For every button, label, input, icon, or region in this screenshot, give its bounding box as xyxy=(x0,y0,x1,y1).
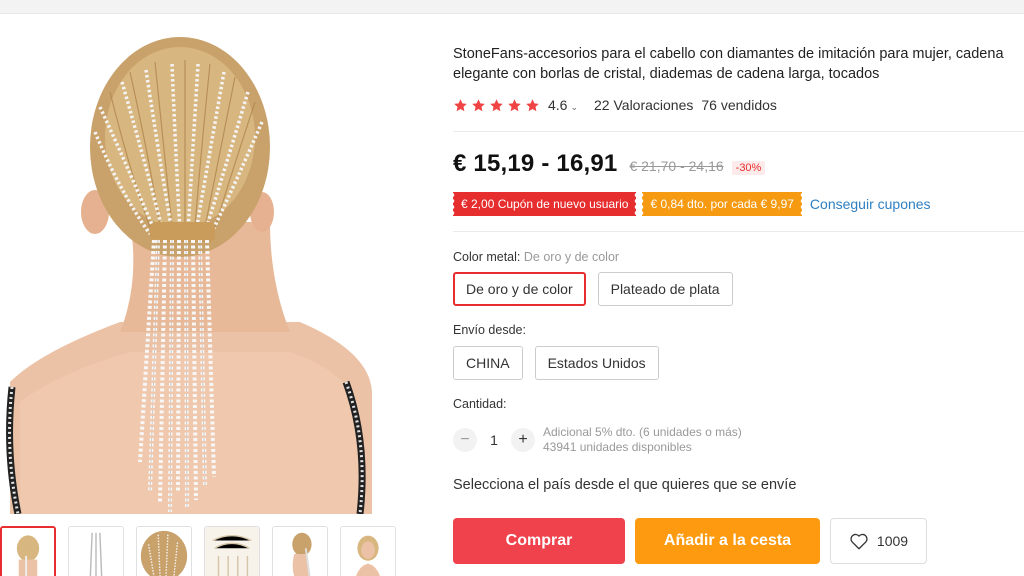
action-buttons: Comprar Añadir a la cesta 1009 xyxy=(453,518,927,564)
product-main-image[interactable] xyxy=(0,22,420,514)
original-price: € 21,70 - 24,16 xyxy=(629,158,724,174)
quantity-value[interactable]: 1 xyxy=(477,432,511,448)
rating-number: 4.6 xyxy=(548,97,568,113)
heart-icon xyxy=(850,533,868,550)
available-units: 43941 unidades disponibles xyxy=(543,440,692,454)
price-row: € 15,19 - 16,91 € 21,70 - 24,16 -30% xyxy=(453,150,766,180)
thumbnail-strip xyxy=(0,526,396,576)
quantity-stepper: − 1 + Adicional 5% dto. (6 unidades o má… xyxy=(453,425,742,455)
color-label: Color metal: De oro y de color xyxy=(453,250,619,264)
wishlist-button[interactable]: 1009 xyxy=(830,518,927,564)
color-option-silver[interactable]: Plateado de plata xyxy=(597,272,733,306)
reviews-link[interactable]: 22 Valoraciones xyxy=(594,97,693,113)
new-user-coupon[interactable]: € 2,00 Cupón de nuevo usuario xyxy=(451,192,637,216)
product-photo xyxy=(0,22,420,514)
quantity-info: Adicional 5% dto. (6 unidades o más) 439… xyxy=(543,425,742,455)
thumbnail-2[interactable] xyxy=(68,526,124,576)
sold-count: 76 vendidos xyxy=(701,97,777,113)
color-selected-value: De oro y de color xyxy=(523,250,620,264)
star-icon xyxy=(472,98,485,111)
buy-now-button[interactable]: Comprar xyxy=(453,518,625,564)
shipping-options: CHINA Estados Unidos xyxy=(453,346,659,380)
thumbnail-3[interactable] xyxy=(136,526,192,576)
current-price: € 15,19 - 16,91 xyxy=(453,150,618,177)
thumbnail-4[interactable] xyxy=(204,526,260,576)
chevron-down-icon: ⌄ xyxy=(570,102,579,112)
extra-discount-text: Adicional 5% dto. (6 unidades o más) xyxy=(543,425,742,439)
get-coupons-link[interactable]: Conseguir cupones xyxy=(810,196,931,212)
color-option-gold[interactable]: De oro y de color xyxy=(453,272,586,306)
thumbnail-6[interactable] xyxy=(340,526,396,576)
star-icon xyxy=(454,98,467,111)
thumbnail-1[interactable] xyxy=(0,526,56,576)
quantity-increase-button[interactable]: + xyxy=(511,428,535,452)
wishlist-count: 1009 xyxy=(876,533,909,549)
store-coupon[interactable]: € 0,84 dto. por cada € 9,97 xyxy=(641,192,802,216)
star-icon xyxy=(508,98,521,111)
rating-stars xyxy=(453,98,540,113)
coupons-row: € 2,00 Cupón de nuevo usuario € 0,84 dto… xyxy=(451,192,931,216)
color-options: De oro y de color Plateado de plata xyxy=(453,272,733,306)
color-label-text: Color metal: xyxy=(453,250,521,264)
top-bar xyxy=(0,0,1024,14)
ship-from-usa[interactable]: Estados Unidos xyxy=(534,346,659,380)
quantity-label: Cantidad: xyxy=(453,397,507,411)
thumbnail-5[interactable] xyxy=(272,526,328,576)
discount-badge: -30% xyxy=(731,161,766,175)
rating-value[interactable]: 4.6 ⌄ xyxy=(548,97,578,113)
product-title: StoneFans-accesorios para el cabello con… xyxy=(453,46,1004,82)
rating-row: 4.6 ⌄ 22 Valoraciones 76 vendidos xyxy=(453,96,1024,114)
quantity-decrease-button[interactable]: − xyxy=(453,428,477,452)
star-icon xyxy=(490,98,503,111)
shipping-label: Envío desde: xyxy=(453,323,526,337)
add-to-cart-button[interactable]: Añadir a la cesta xyxy=(635,518,820,564)
divider xyxy=(453,131,1024,132)
shipping-country-note: Selecciona el país desde el que quieres … xyxy=(453,477,797,493)
product-info: StoneFans-accesorios para el cabello con… xyxy=(453,44,1024,114)
ship-from-china[interactable]: CHINA xyxy=(453,346,523,380)
divider xyxy=(453,231,1024,232)
star-icon xyxy=(526,98,539,111)
